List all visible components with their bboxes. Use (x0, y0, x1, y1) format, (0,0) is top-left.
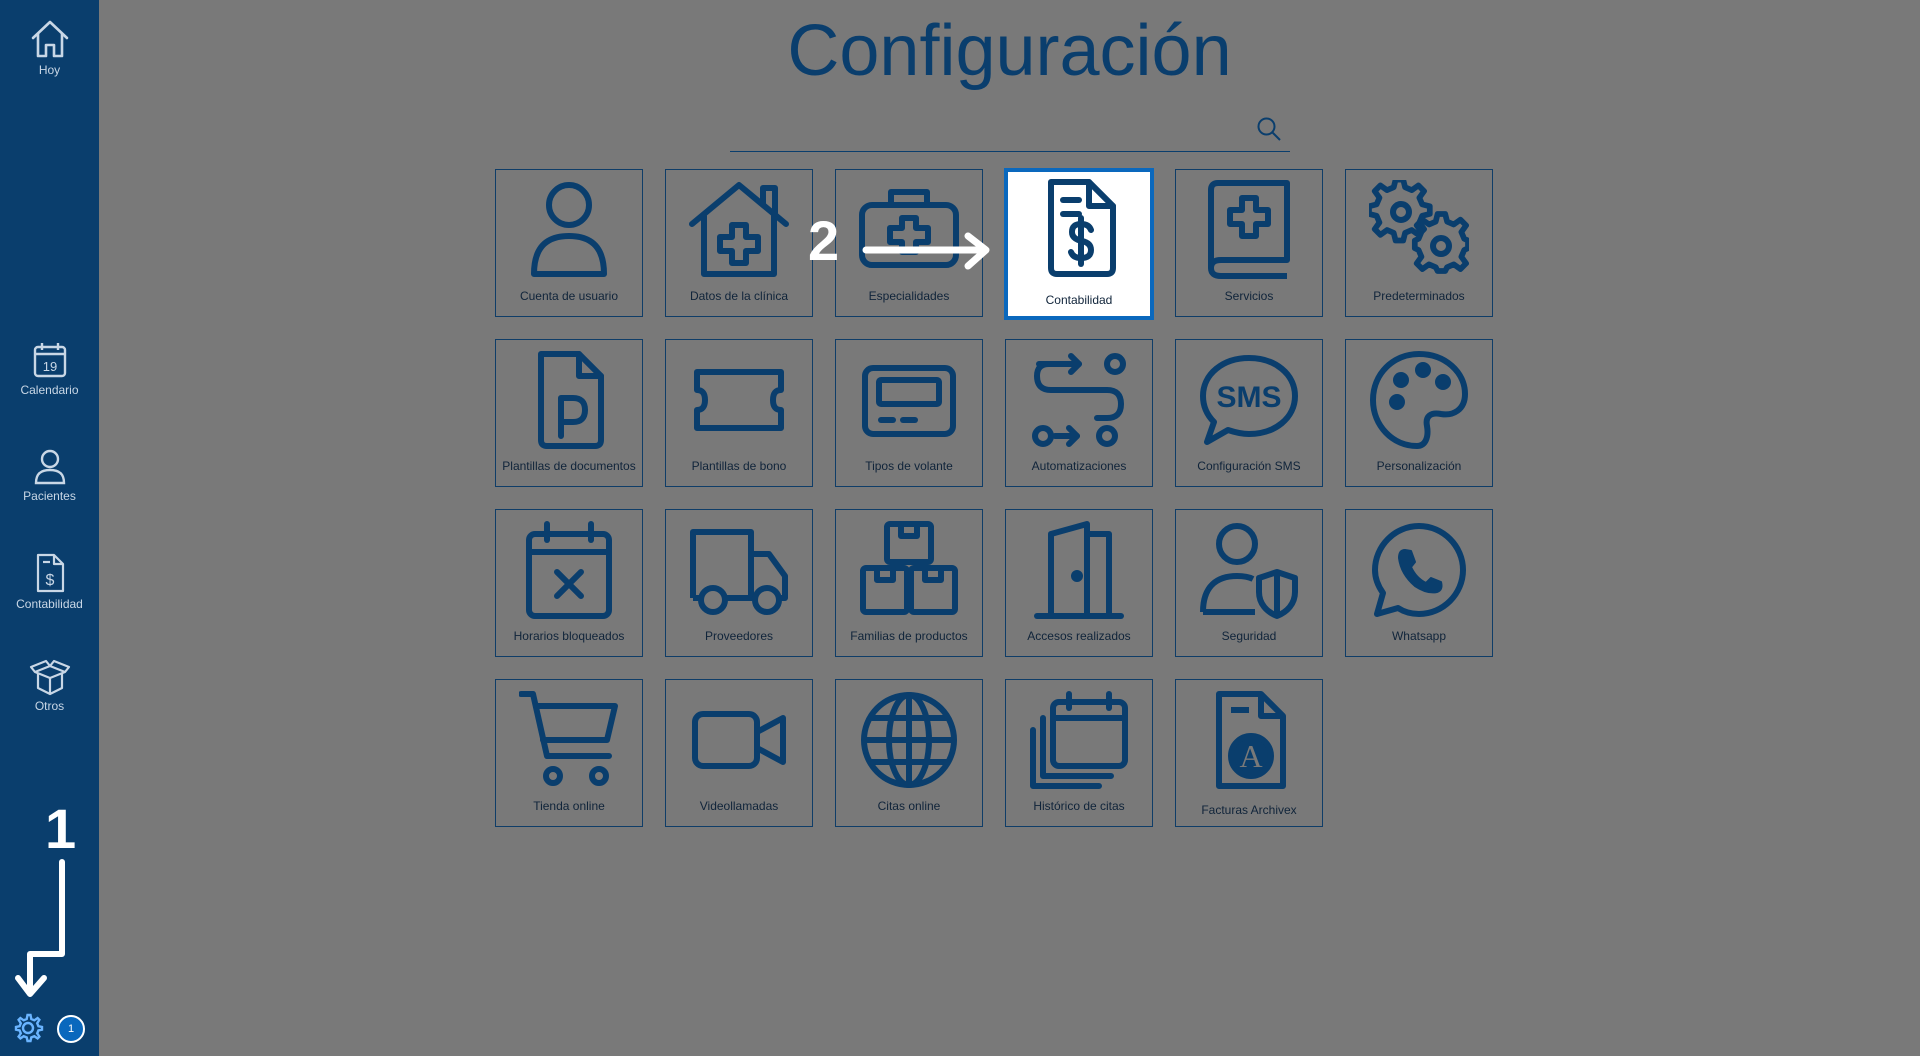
sidebar-item-calendario[interactable]: 19 Calendario (0, 340, 99, 397)
open-box-icon (29, 659, 70, 696)
annotation-step-1: 1 (45, 797, 77, 860)
tile-videollamadas[interactable]: Videollamadas (665, 679, 813, 827)
boxes-icon (860, 521, 958, 615)
sidebar-item-label: Contabilidad (16, 597, 83, 611)
tile-tienda-online[interactable]: Tienda online (495, 679, 643, 827)
document-a-icon: A (1216, 691, 1286, 789)
user-icon (531, 182, 607, 277)
svg-text:A: A (1239, 738, 1262, 774)
medical-book-icon (1208, 180, 1290, 279)
globe-icon (861, 692, 957, 788)
sms-bubble-icon: SMS (1200, 355, 1298, 445)
tile-label: Configuración SMS (1197, 459, 1301, 473)
tile-contabilidad[interactable]: Contabilidad (1004, 168, 1154, 320)
sidebar-item-label: Calendario (20, 383, 79, 397)
tile-horarios-bloqueados[interactable]: Horarios bloqueados (495, 509, 643, 657)
clinic-house-icon (689, 182, 789, 277)
tile-label: Seguridad (1221, 629, 1277, 643)
sidebar-item-label: Pacientes (23, 489, 76, 503)
palette-icon (1370, 351, 1468, 449)
sidebar-item-hoy[interactable]: Hoy (0, 18, 99, 77)
tile-label: Plantillas de bono (691, 459, 787, 473)
tile-label: Contabilidad (1045, 293, 1113, 307)
search-input[interactable] (730, 112, 1244, 144)
sidebar-item-contabilidad[interactable]: $ Contabilidad (0, 552, 99, 611)
tile-label: Cuenta de usuario (519, 289, 619, 303)
tile-label: Automatizaciones (1031, 459, 1127, 473)
tile-servicios[interactable]: Servicios (1175, 169, 1323, 317)
video-camera-icon (692, 711, 786, 769)
tile-familias-de-productos[interactable]: Familias de productos (835, 509, 983, 657)
tile-citas-online[interactable]: Citas online (835, 679, 983, 827)
notification-badge[interactable]: 1 (57, 1015, 85, 1043)
gear-icon[interactable] (12, 1012, 44, 1044)
sidebar-item-label: Hoy (38, 63, 61, 77)
tile-label: Especialidades (868, 289, 950, 303)
tile-label: Whatsapp (1391, 629, 1447, 643)
tile-label: Videollamadas (699, 799, 779, 813)
gears-icon (1369, 180, 1469, 274)
tile-datos-de-la-clinica[interactable]: Datos de la clínica (665, 169, 813, 317)
invoice-dollar-icon (1048, 179, 1116, 277)
tile-label: Predeterminados (1373, 289, 1465, 303)
truck-icon (690, 529, 788, 615)
tile-label: Personalización (1376, 459, 1462, 473)
pager-icon (862, 365, 956, 437)
shopping-cart-icon (519, 691, 618, 786)
tile-label: Citas online (877, 799, 941, 813)
tile-configuracion-sms[interactable]: SMS Configuración SMS (1175, 339, 1323, 487)
tile-proveedores[interactable]: Proveedores (665, 509, 813, 657)
home-icon (31, 20, 68, 58)
svg-text:SMS: SMS (1216, 381, 1281, 414)
tile-label: Familias de productos (850, 629, 968, 643)
tile-facturas-archivex[interactable]: A Facturas Archivex (1175, 679, 1323, 827)
tile-label: Tipos de volante (865, 459, 953, 473)
sidebar-item-pacientes[interactable]: Pacientes (0, 446, 99, 503)
svg-text:$: $ (45, 572, 54, 589)
tile-accesos-realizados[interactable]: Accesos realizados (1005, 509, 1153, 657)
whatsapp-icon (1372, 523, 1466, 617)
tile-historico-de-citas[interactable]: Histórico de citas (1005, 679, 1153, 827)
invoice-dollar-icon: $ (36, 553, 64, 593)
tile-whatsapp[interactable]: Whatsapp (1345, 509, 1493, 657)
annotation-step-2: 2 (808, 209, 840, 272)
tile-label: Plantillas de documentos (502, 459, 636, 473)
annotation-arrow-2 (862, 232, 990, 270)
sidebar-item-label: Otros (34, 699, 65, 713)
tile-label: Proveedores (704, 629, 774, 643)
tile-predeterminados[interactable]: Predeterminados (1345, 169, 1493, 317)
page-title: Configuración (787, 11, 1232, 91)
tile-personalizacion[interactable]: Personalización (1345, 339, 1493, 487)
tile-cuenta-de-usuario[interactable]: Cuenta de usuario (495, 169, 643, 317)
tile-tipos-de-volante[interactable]: Tipos de volante (835, 339, 983, 487)
sidebar-item-otros[interactable]: Otros (0, 656, 99, 713)
annotation-arrow-1 (15, 859, 65, 997)
search-icon[interactable] (1256, 116, 1282, 142)
calendar-stack-icon (1030, 691, 1128, 789)
tile-automatizaciones[interactable]: Automatizaciones (1005, 339, 1153, 487)
ticket-icon (694, 369, 784, 431)
tile-label: Accesos realizados (1027, 629, 1131, 643)
document-p-icon (538, 351, 604, 449)
user-shield-icon (1200, 523, 1298, 619)
route-icon (1032, 353, 1126, 447)
tile-label: Tienda online (533, 799, 605, 813)
tile-plantillas-de-documentos[interactable]: Plantillas de documentos (495, 339, 643, 487)
tile-label: Histórico de citas (1033, 799, 1125, 813)
tile-plantillas-de-bono[interactable]: Plantillas de bono (665, 339, 813, 487)
calendar-x-icon (526, 521, 612, 619)
person-icon (34, 449, 65, 485)
tile-label: Datos de la clínica (689, 289, 789, 303)
tile-label: Servicios (1224, 289, 1274, 303)
tile-seguridad[interactable]: Seguridad (1175, 509, 1323, 657)
door-icon (1034, 521, 1124, 619)
search-bar (730, 106, 1290, 152)
calendar-icon: 19 (33, 343, 66, 378)
tile-label: Horarios bloqueados (513, 629, 625, 643)
tile-label: Facturas Archivex (1201, 803, 1297, 817)
calendar-day-number: 19 (42, 359, 56, 374)
